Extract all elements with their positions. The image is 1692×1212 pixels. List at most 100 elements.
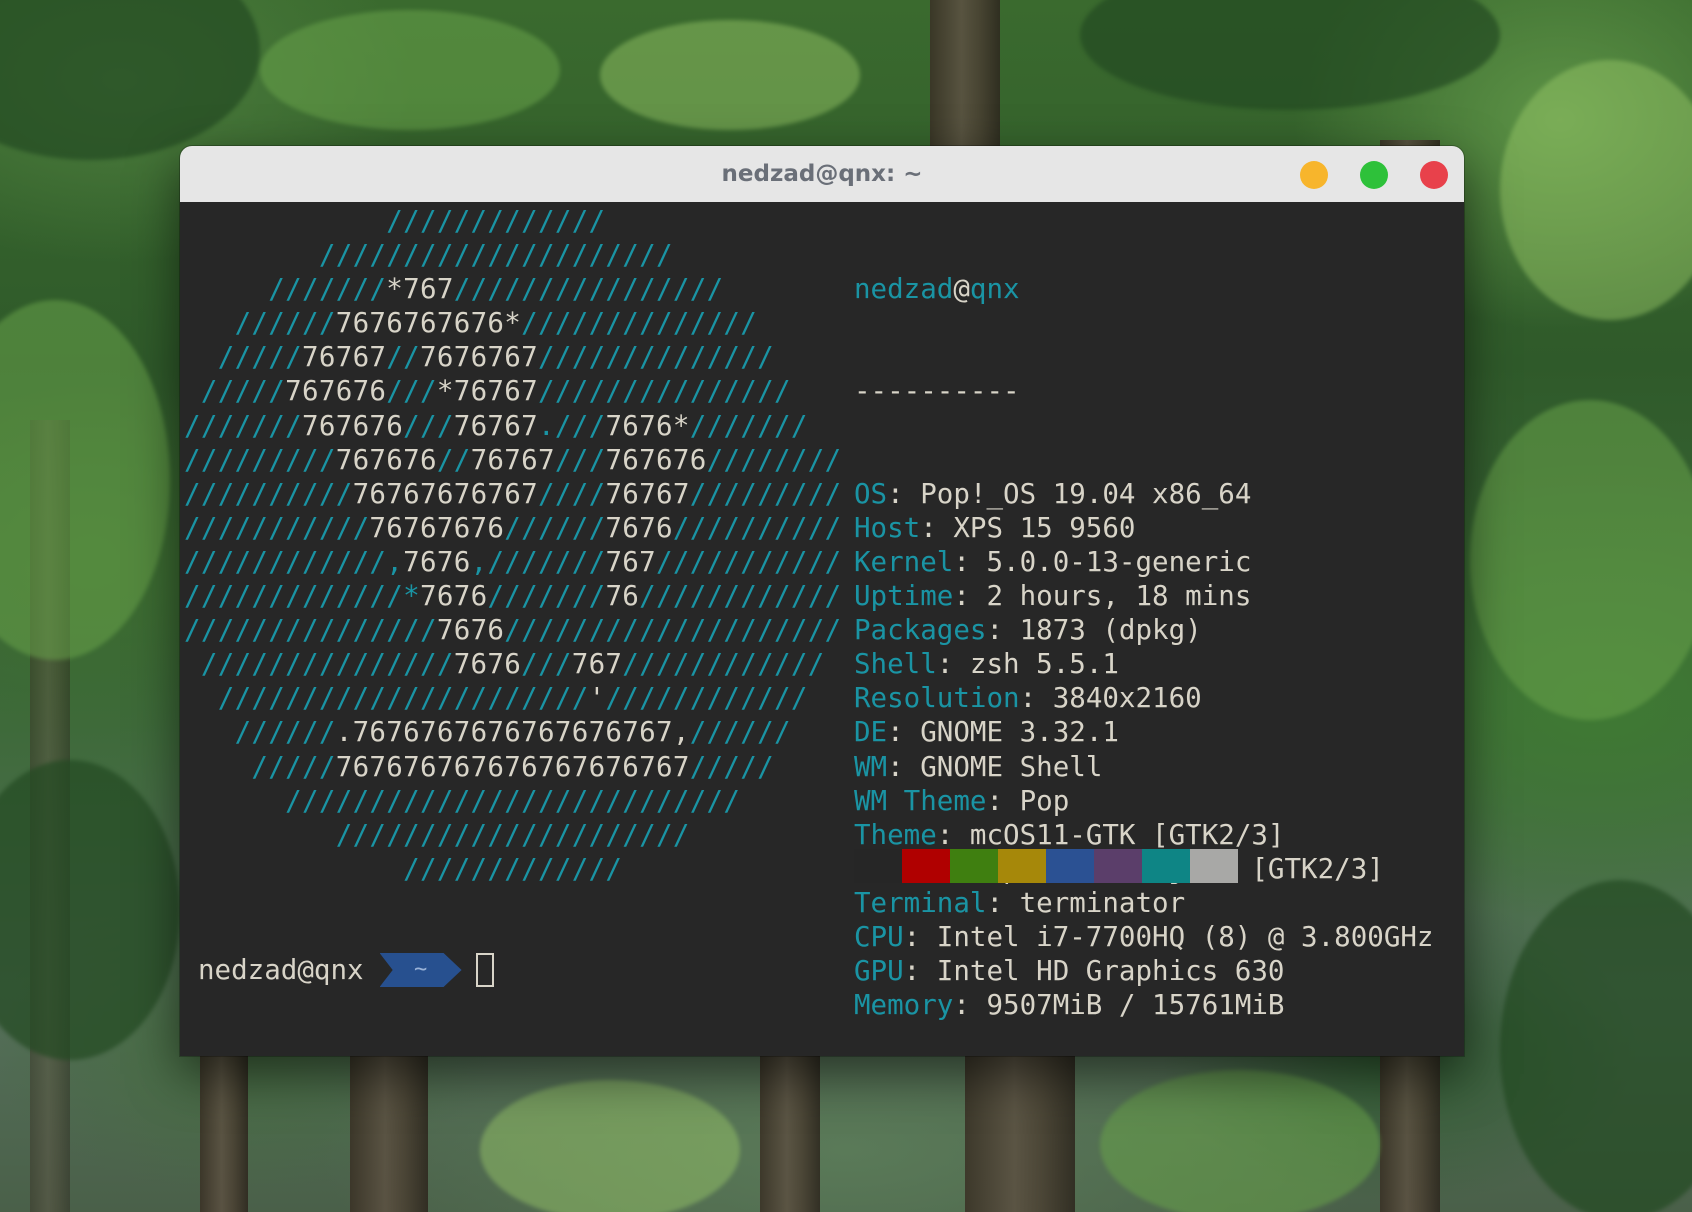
info-value: Intel HD Graphics 630 [936,955,1285,988]
info-value: 2 hours, 18 mins [986,580,1252,613]
logo-segment: ///////////////////// [184,239,673,272]
info-key: DE [854,716,888,749]
info-key: WM [854,750,888,783]
logo-segment: *76767 [436,375,538,408]
info-row: Uptime: 2 hours, 18 mins [854,579,1434,613]
info-colon: : [936,648,970,681]
logo-segment: .7676767676767676767, [335,716,690,749]
logo-segment: /// [554,443,606,476]
logo-segment: /////////////// [184,614,437,647]
info-colon: : [953,989,987,1022]
info-row: Resolution: 3840x2160 [854,681,1434,715]
logo-segment: 767676 [335,443,437,476]
logo-segment: /////// [184,273,387,306]
info-key: Host [854,511,921,544]
info-key: Theme [854,818,937,851]
palette-swatch [902,849,950,883]
info-row: GPU: Intel HD Graphics 630 [854,954,1434,988]
info-value: XPS 15 9560 [953,511,1136,544]
logo-segment: /////////// [656,545,842,578]
logo-segment: 76767676767 [352,477,538,510]
logo-segment: *767 [386,273,454,306]
info-separator: ---------- [854,375,1020,408]
logo-segment: /// [386,375,437,408]
palette-swatch [998,849,1046,883]
info-row: Terminal: terminator [854,886,1434,920]
logo-segment: 7676* [605,409,690,442]
logo-segment: // [386,341,421,374]
logo-segment: ////// [689,716,791,749]
logo-segment: /// [521,648,572,681]
logo-line: ///////////// [184,205,605,237]
text-cursor[interactable] [475,953,494,987]
foliage [260,10,560,130]
logo-segment: ///// [184,375,286,408]
logo-line: /////767676///*76767/////////////// [184,375,791,407]
logo-segment: // [436,443,471,476]
maximize-button[interactable] [1360,161,1388,189]
info-value: terminator [1019,886,1186,919]
logo-segment: ///////////// [184,852,623,885]
palette-swatch [1190,849,1238,883]
logo-segment: /////////// [184,511,370,544]
foliage [0,760,180,1060]
info-value: GNOME Shell [920,750,1103,783]
info-colon: : [986,614,1020,647]
info-key: GPU [854,955,904,988]
logo-segment: 7676 [605,511,673,544]
logo-line: ///////////////////// [184,239,673,271]
logo-segment: 767676 [285,375,387,408]
shell-prompt[interactable]: nedzad@qnx ~ [198,950,494,990]
info-row: Memory: 9507MiB / 15761MiB [854,988,1434,1022]
logo-line: ///////////// [184,853,622,885]
logo-segment: 767676 [302,409,404,442]
palette-swatch [1142,849,1190,883]
logo-segment: 76767 [453,409,539,442]
logo-line: //////.7676767676767676767,////// [184,716,791,748]
foliage [1100,1070,1380,1212]
logo-segment: //// [538,477,606,510]
info-colon: : [887,477,921,510]
terminal-body[interactable]: ///////////// ///////////////////// ////… [180,202,1464,1056]
info-key: Uptime [854,580,954,613]
minimize-button[interactable] [1300,161,1328,189]
logo-segment: //////////// [605,682,808,715]
tree-trunk [350,1040,428,1212]
logo-segment: 767 [571,648,623,681]
info-value: mcOS11-GTK [GTK2/3] [969,818,1285,851]
logo-segment: 7676 [403,545,471,578]
logo-line: /////////////*7676///////76//////////// [184,580,841,612]
info-colon: : [887,716,921,749]
info-host: qnx [969,273,1020,306]
info-row: OS: Pop!_OS 19.04 x86_64 [854,477,1434,511]
info-at: @ [953,273,970,306]
logo-segment: * [403,580,420,613]
palette-swatch [950,849,998,883]
logo-segment: ////// [504,511,606,544]
logo-segment: /////// [689,409,808,442]
tree-trunk [965,1040,1075,1212]
close-button[interactable] [1420,161,1448,189]
info-key: Terminal [854,886,987,919]
info-row: Theme: mcOS11-GTK [GTK2/3] [854,818,1434,852]
logo-segment: 76767 [605,477,690,510]
title-bar[interactable]: nedzad@qnx: ~ [180,146,1464,203]
info-key: WM Theme [854,784,987,817]
logo-line: /////////767676//76767///767676//////// [184,444,841,476]
logo-line: ///////////76767676//////7676////////// [184,512,841,544]
terminal-window[interactable]: nedzad@qnx: ~ ///////////// ////////////… [180,146,1464,1056]
info-row: Shell: zsh 5.5.1 [854,647,1434,681]
logo-segment: ///////// [689,477,842,510]
info-key: OS [854,477,888,510]
logo-segment: ////////// [672,511,842,544]
logo-line: ///////767676///76767.///7676*/////// [184,410,808,442]
logo-segment: 767676 [605,443,707,476]
info-value: Pop [1019,784,1070,817]
palette-swatch [1046,849,1094,883]
logo-line: /////76767//7676767////////////// [184,341,774,373]
logo-segment: ////////////////////// [184,682,589,715]
logo-segment: ///// [184,341,302,374]
system-info: nedzad@qnx ---------- OS: Pop!_OS 19.04 … [854,204,1434,1056]
distro-ascii-logo: ///////////// ///////////////////// ////… [184,204,841,886]
logo-segment: //////////// [622,648,825,681]
